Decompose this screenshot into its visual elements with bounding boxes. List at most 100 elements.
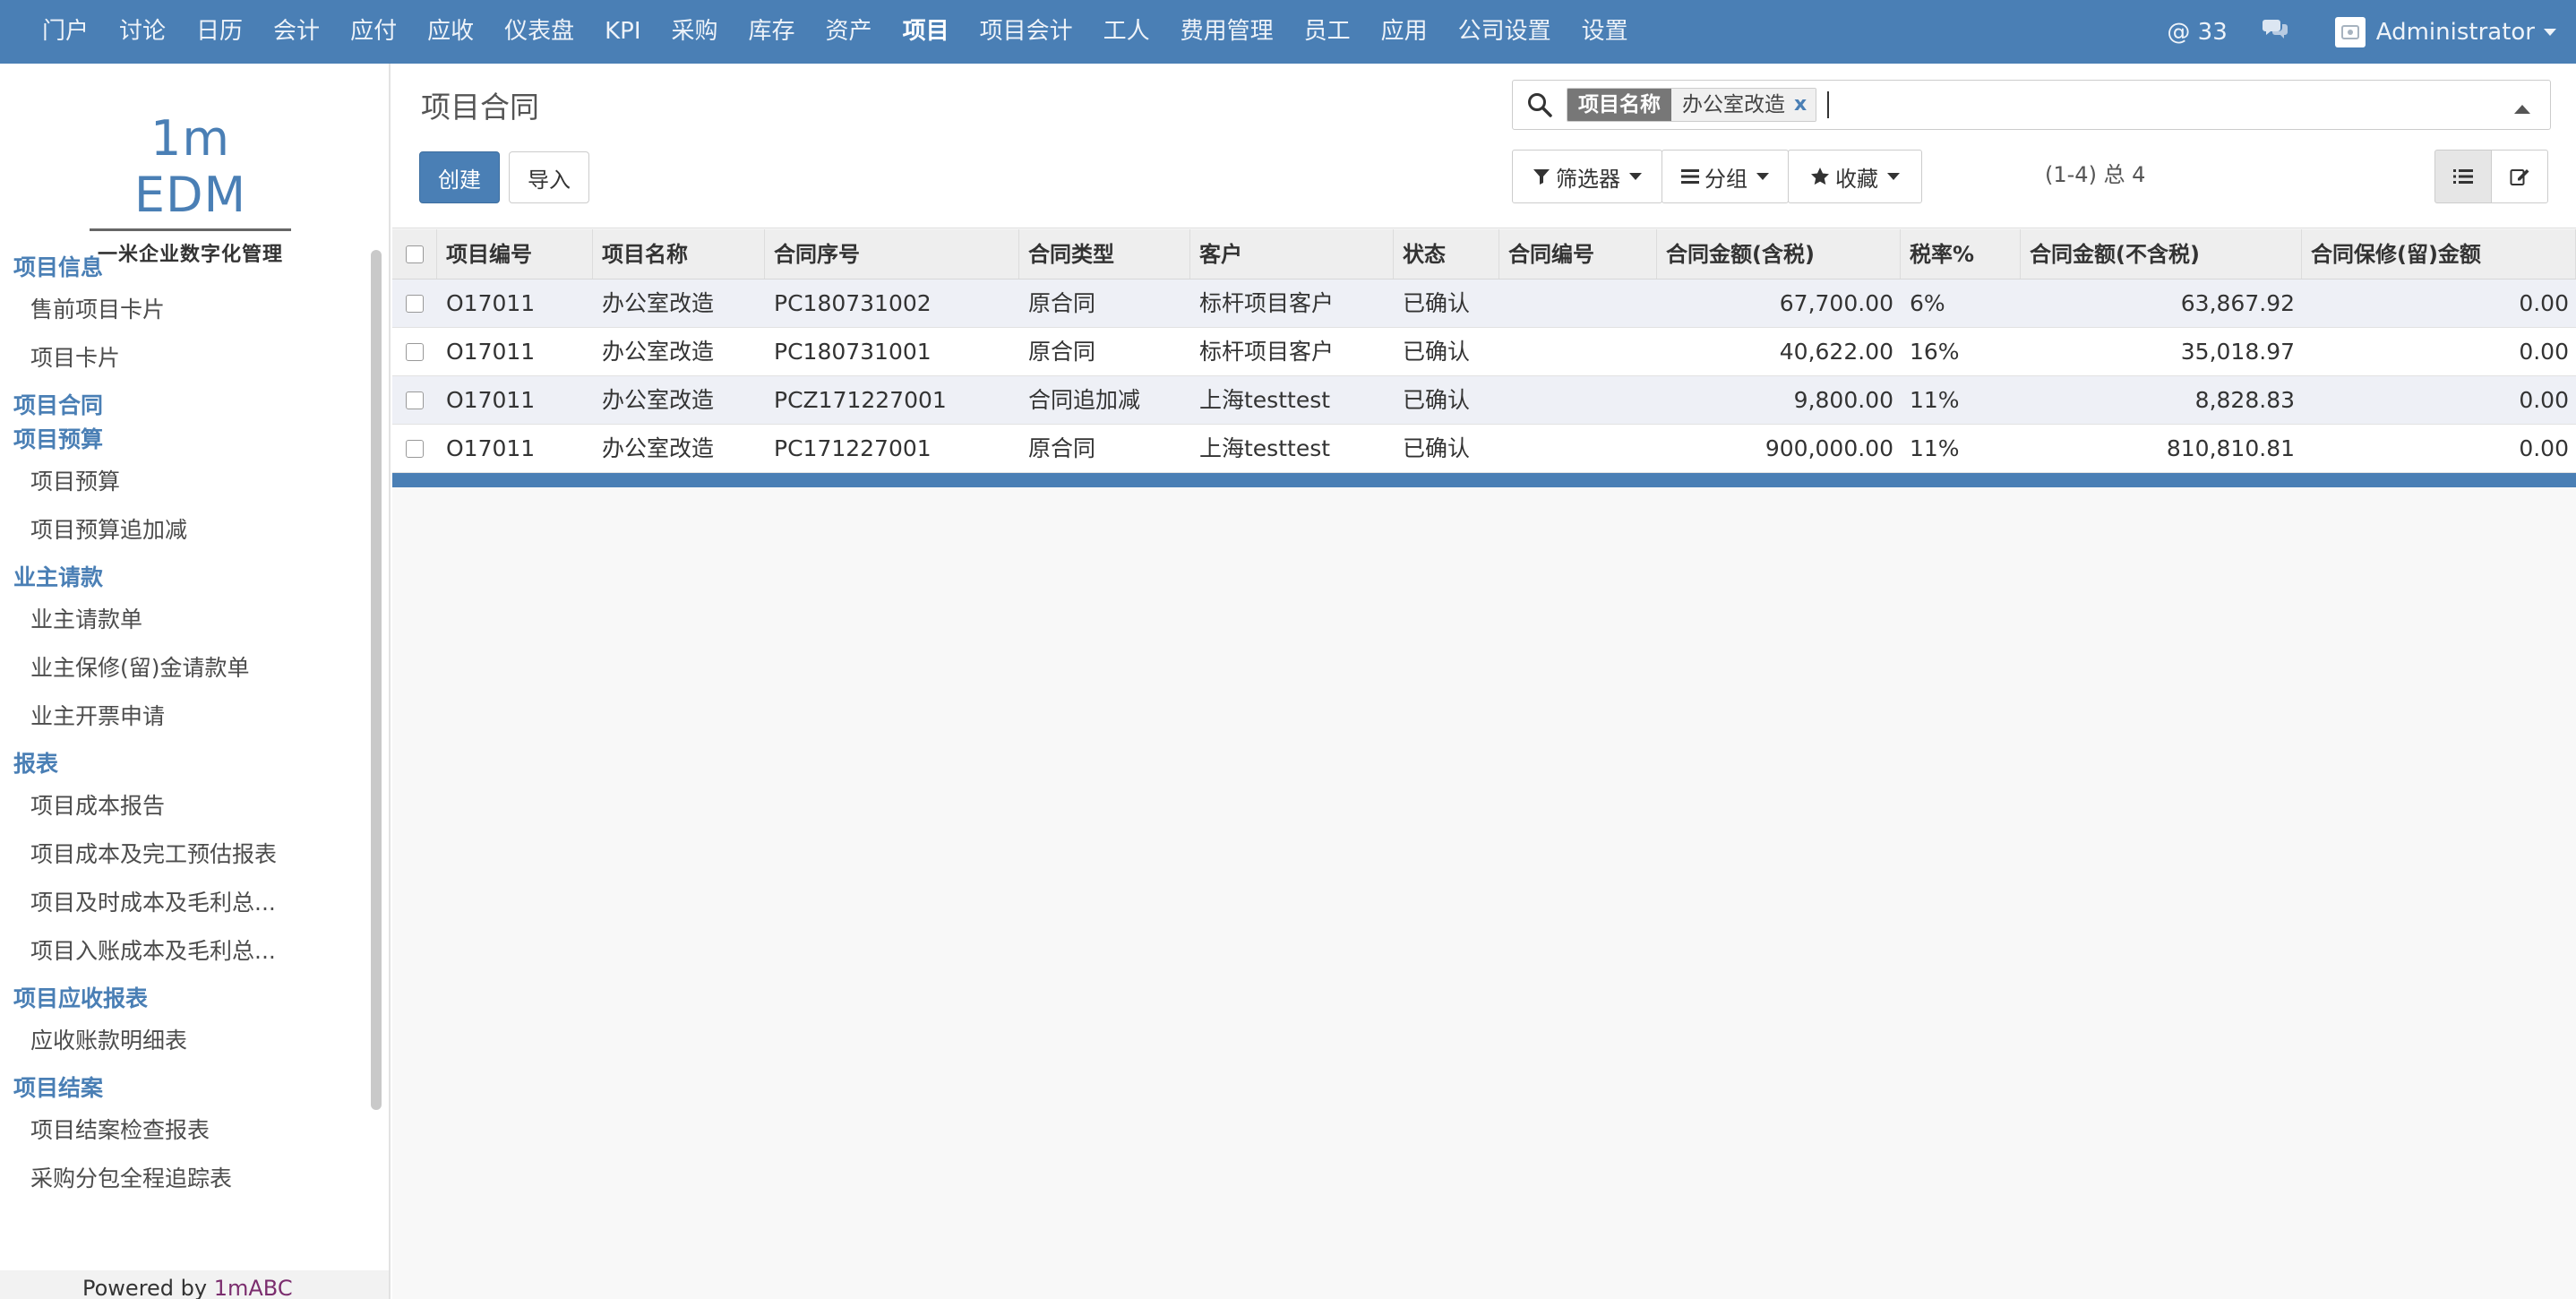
column-header[interactable]: 合同保修(留)金额 [2302, 229, 2576, 279]
column-header[interactable]: 状态 [1394, 229, 1499, 279]
checkbox[interactable] [406, 439, 424, 458]
search-options-toggle[interactable] [2514, 100, 2530, 117]
column-header[interactable]: 合同金额(不含税) [2021, 229, 2302, 279]
table-cell: 900,000.00 [1765, 435, 1893, 461]
column-header[interactable]: 税率% [1901, 229, 2021, 279]
sidebar-item[interactable]: 项目成本报告 [0, 782, 367, 830]
nav-item[interactable]: 日历 [181, 0, 258, 64]
sidebar-section[interactable]: 报表 [0, 748, 367, 780]
column-header[interactable]: 合同类型 [1019, 229, 1190, 279]
sidebar-item[interactable]: 项目入账成本及毛利总... [0, 927, 367, 976]
logo-brand: 1m EDM [133, 110, 247, 223]
column-header[interactable]: 项目名称 [593, 229, 765, 279]
chat-icon[interactable] [2262, 17, 2288, 47]
nav-item[interactable]: KPI [589, 0, 656, 64]
sidebar: 1m EDM 一米企业数字化管理 项目信息 售前项目卡片 项目卡片 项目合同 项目预算项… [0, 64, 391, 1299]
sidebar-item[interactable]: 项目及时成本及毛利总... [0, 879, 367, 927]
table-cell [1499, 328, 1657, 375]
sidebar-section[interactable]: 项目预算 [0, 424, 367, 456]
form-view-button[interactable] [2491, 150, 2548, 203]
nav-item[interactable]: 讨论 [104, 0, 181, 64]
sidebar-item[interactable]: 应收账款明细表 [0, 1017, 367, 1065]
group-by-button[interactable]: 分组 [1662, 150, 1789, 203]
table-cell: 原合同 [1028, 339, 1096, 365]
powered-by-link[interactable]: 1mABC [214, 1276, 293, 1299]
column-header[interactable]: 合同金额(含税) [1657, 229, 1901, 279]
checkbox[interactable] [405, 245, 424, 263]
sidebar-scrollbar[interactable] [371, 250, 382, 1110]
nav-item[interactable]: 项目 [888, 0, 965, 64]
nav-item[interactable]: 库存 [734, 0, 811, 64]
company-logo[interactable]: 1m EDM 一米企业数字化管理 [90, 110, 291, 267]
sidebar-section[interactable]: 项目结案 [0, 1072, 367, 1105]
column-header[interactable]: 合同编号 [1499, 229, 1657, 279]
nav-item[interactable]: 会计 [258, 0, 335, 64]
sidebar-section[interactable]: 项目合同 [0, 390, 367, 422]
row-checkbox[interactable] [392, 280, 437, 327]
nav-item[interactable]: 采购 [657, 0, 734, 64]
nav-item[interactable]: 门户 [27, 0, 104, 64]
select-all-checkbox[interactable] [392, 229, 437, 279]
nav-item[interactable]: 应收 [412, 0, 489, 64]
sidebar-item[interactable]: 项目预算追加减 [0, 506, 367, 555]
sidebar-item[interactable]: 项目卡片 [0, 334, 367, 383]
table-cell: PC180731001 [774, 339, 932, 365]
nav-item[interactable]: 工人 [1088, 0, 1165, 64]
nav-item[interactable]: 设置 [1567, 0, 1644, 64]
sidebar-section[interactable]: 项目信息 [0, 252, 367, 284]
import-button[interactable]: 导入 [509, 151, 589, 203]
chevron-down-icon [1629, 173, 1642, 180]
search-bar[interactable]: 项目名称 办公室改造 x [1512, 80, 2551, 130]
list-view-button[interactable] [2434, 150, 2492, 203]
nav-item[interactable]: 费用管理 [1165, 0, 1289, 64]
table-row[interactable]: O17011 办公室改造 PC180731001 原合同 标杆项目客户 已确认 40,622… [392, 328, 2576, 376]
checkbox[interactable] [406, 294, 424, 313]
column-header[interactable]: 项目编号 [437, 229, 593, 279]
sidebar-section[interactable]: 业主请款 [0, 562, 367, 594]
checkbox[interactable] [406, 342, 424, 361]
table-row[interactable]: O17011 办公室改造 PC171227001 原合同 上海testtest 已确认 90… [392, 425, 2576, 473]
filter-button[interactable]: 筛选器 [1512, 150, 1662, 203]
sidebar-item[interactable]: 售前项目卡片 [0, 286, 367, 334]
create-button[interactable]: 创建 [419, 151, 500, 203]
sidebar-item[interactable]: 业主请款单 [0, 596, 367, 644]
table-cell: 0.00 [2519, 290, 2569, 316]
column-header[interactable]: 客户 [1190, 229, 1394, 279]
remove-facet-button[interactable]: x [1794, 89, 1816, 121]
sidebar-item[interactable]: 采购分包全程追踪表 [0, 1155, 367, 1203]
checkbox[interactable] [406, 391, 424, 409]
pager-value[interactable]: (1-4) 总 4 [2045, 157, 2145, 188]
nav-item[interactable]: 资产 [811, 0, 888, 64]
table-cell: 原合同 [1028, 435, 1096, 461]
nav-item[interactable]: 仪表盘 [489, 0, 589, 64]
favorites-button[interactable]: 收藏 [1788, 150, 1922, 203]
sidebar-item[interactable]: 业主开票申请 [0, 693, 367, 741]
mentions-counter[interactable]: @ 33 [2167, 19, 2227, 46]
table-cell: 办公室改造 [602, 387, 715, 413]
user-menu[interactable]: Administrator [2334, 16, 2556, 47]
search-input[interactable] [1827, 91, 1830, 118]
nav-item[interactable]: 项目会计 [965, 0, 1088, 64]
sidebar-section[interactable]: 项目应收报表 [0, 983, 367, 1015]
nav-item[interactable]: 应付 [335, 0, 412, 64]
table-cell: PC171227001 [774, 435, 932, 461]
nav-item[interactable]: 应用 [1366, 0, 1443, 64]
sidebar-item[interactable]: 项目成本及完工预估报表 [0, 830, 367, 879]
table-cell: 上海testtest [1199, 435, 1331, 461]
table-row[interactable]: O17011 办公室改造 PCZ171227001 合同追加减 上海testtest 已确… [392, 376, 2576, 425]
column-header[interactable]: 合同序号 [765, 229, 1019, 279]
nav-item[interactable]: 员工 [1289, 0, 1366, 64]
table-row[interactable]: O17011 办公室改造 PC180731002 原合同 标杆项目客户 已确认 67,700… [392, 280, 2576, 328]
top-navbar: 门户 讨论 日历 会计 应付 应收 仪表盘 KPI 采购 库存 资产 项目 项目会计 工人 费用管理 员工 应用… [0, 0, 2576, 64]
nav-item[interactable]: 公司设置 [1443, 0, 1567, 64]
row-checkbox[interactable] [392, 376, 437, 424]
table-cell: 办公室改造 [602, 435, 715, 461]
sidebar-item[interactable]: 项目预算 [0, 458, 367, 506]
row-checkbox[interactable] [392, 328, 437, 375]
sidebar-item[interactable]: 业主保修(留)金请款单 [0, 644, 367, 693]
chevron-up-icon [2514, 105, 2530, 114]
table-cell [1499, 425, 1657, 472]
table-cell: 63,867.92 [2180, 290, 2295, 316]
sidebar-item[interactable]: 项目结案检查报表 [0, 1106, 367, 1155]
row-checkbox[interactable] [392, 425, 437, 472]
